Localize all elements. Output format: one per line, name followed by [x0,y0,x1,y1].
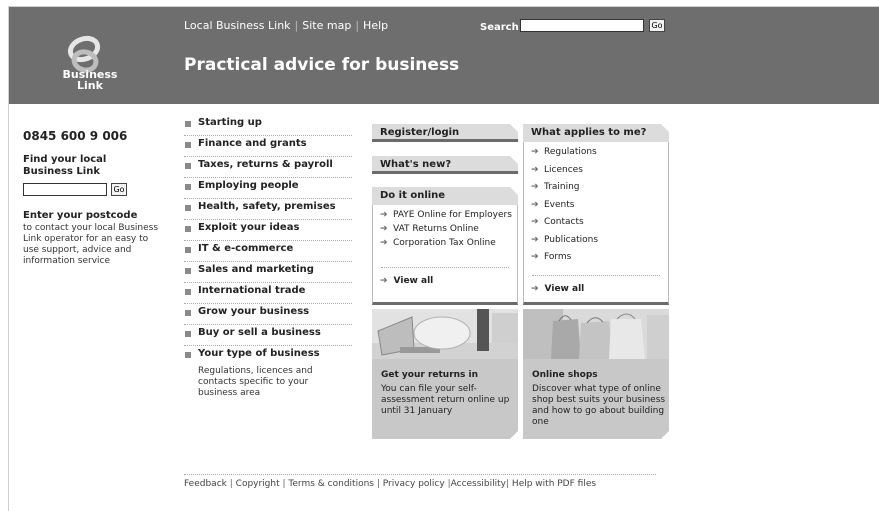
top-links: Local Business Link | Site map | Help [184,19,389,32]
returns-promo[interactable]: Get your returns in You can file your se… [372,309,518,439]
nav-item-your-type[interactable]: Your type of business [184,346,352,366]
arrow-right-icon: ➔ [531,164,539,175]
online-shops-promo[interactable]: Online shops Discover what type of onlin… [523,309,669,439]
site-header: Business Link Local Business Link | Site m… [9,7,879,104]
pdf-help-link[interactable]: Help with PDF files [512,479,596,489]
search-go-button[interactable]: Go [649,19,665,32]
what-applies-view-all-link[interactable]: ➔ View all [531,284,584,294]
arrow-right-icon: ➔ [531,217,539,227]
search-input[interactable] [520,19,644,32]
nav-item-health[interactable]: Health, safety, premises [184,199,352,220]
square-bullet-icon [185,184,191,190]
shopping-bags-photo-icon [523,309,669,359]
local-business-link[interactable]: Local Business Link [184,19,291,32]
accessibility-link[interactable]: Accessibility [451,479,506,489]
list-item[interactable]: ➔ VAT Returns Online [373,224,513,235]
privacy-link[interactable]: Privacy policy [383,479,445,489]
online-shops-title[interactable]: Online shops [532,370,598,380]
arrow-right-icon: ➔ [531,182,539,192]
square-bullet-icon [185,205,191,211]
nav-item-grow[interactable]: Grow your business [184,304,352,325]
search-label: Search [480,22,519,33]
nav-item-buy-sell[interactable]: Buy or sell a business [184,325,352,346]
phone-number: 0845 600 9 006 [23,129,128,143]
square-bullet-icon [185,310,191,316]
page-frame: Business Link Local Business Link | Site m… [8,6,879,511]
arrow-right-icon: ➔ [380,276,388,286]
nav-item-sales[interactable]: Sales and marketing [184,262,352,283]
arrow-right-icon: ➔ [531,252,539,262]
do-it-online-panel: ➔ PAYE Online for Employers ➔ VAT Returns … [372,205,518,305]
list-item[interactable]: ➔ Contacts [524,217,664,228]
list-item[interactable]: ➔ Training [524,182,664,193]
nav-item-exploit-ideas[interactable]: Exploit your ideas [184,220,352,241]
page-tagline: Practical advice for business [184,55,460,75]
postcode-input[interactable] [23,183,107,196]
list-item[interactable]: ➔ Regulations [524,147,664,158]
square-bullet-icon [185,163,191,169]
register-login-tab[interactable]: Register/login [372,124,518,142]
square-bullet-icon [185,268,191,274]
list-item[interactable]: ➔ Corporation Tax Online [373,238,513,249]
arrow-right-icon: ➔ [380,238,388,248]
laptop-photo-icon [372,309,518,359]
footer-links: Feedback | Copyright | Terms & condition… [184,479,597,489]
topic-nav: Starting up Finance and grants Taxes, re… [184,115,352,399]
footer-divider [184,474,656,475]
arrow-right-icon: ➔ [531,234,539,245]
list-item[interactable]: ➔ Publications [524,235,664,246]
square-bullet-icon [185,289,191,295]
nav-item-starting-up[interactable]: Starting up [184,115,352,136]
arrow-right-icon: ➔ [531,199,539,210]
square-bullet-icon [185,142,191,148]
find-local-title: Find your local Business Link [23,154,107,177]
square-bullet-icon [185,121,191,127]
list-item[interactable]: ➔ Licences [524,165,664,176]
nav-item-employing[interactable]: Employing people [184,178,352,199]
square-bullet-icon [185,352,191,358]
list-item[interactable]: ➔ PAYE Online for Employers [373,210,513,221]
copyright-link[interactable]: Copyright [236,479,280,489]
square-bullet-icon [185,226,191,232]
postcode-title: Enter your postcode [23,210,138,221]
nav-item-it-ecommerce[interactable]: IT & e-commerce [184,241,352,262]
square-bullet-icon [185,331,191,337]
terms-link[interactable]: Terms & conditions [288,479,374,489]
site-map-link[interactable]: Site map [302,19,351,32]
logo-text: Business Link [45,69,135,91]
what-applies-header: What applies to me? [523,124,669,142]
list-item[interactable]: ➔ Forms [524,252,664,263]
arrow-right-icon: ➔ [531,147,539,157]
square-bullet-icon [185,247,191,253]
nav-item-finance[interactable]: Finance and grants [184,136,352,157]
help-link[interactable]: Help [363,19,388,32]
postcode-go-button[interactable]: Go [111,183,127,196]
online-shops-text: Discover what type of online shop best s… [532,384,666,427]
whats-new-tab[interactable]: What's new? [372,156,518,174]
do-it-online-header: Do it online [372,187,518,205]
logo-text-line2: Link [77,79,103,92]
do-online-view-all-link[interactable]: ➔ View all [380,276,433,286]
arrow-right-icon: ➔ [380,224,388,234]
arrow-right-icon: ➔ [380,210,388,220]
nav-your-type-description: Regulations, licences and contacts speci… [198,366,313,398]
returns-promo-title[interactable]: Get your returns in [381,370,478,380]
arrow-right-icon: ➔ [531,284,539,294]
list-item[interactable]: ➔ Events [524,200,664,211]
postcode-description: to contact your local Business Link oper… [23,223,159,266]
feedback-link[interactable]: Feedback [184,479,227,489]
returns-promo-text: You can file your self-assessment return… [381,384,510,416]
nav-item-taxes[interactable]: Taxes, returns & payroll [184,157,352,178]
what-applies-panel: ➔ Regulations ➔ Licences ➔ Training ➔ Events… [523,142,669,305]
nav-item-international[interactable]: International trade [184,283,352,304]
